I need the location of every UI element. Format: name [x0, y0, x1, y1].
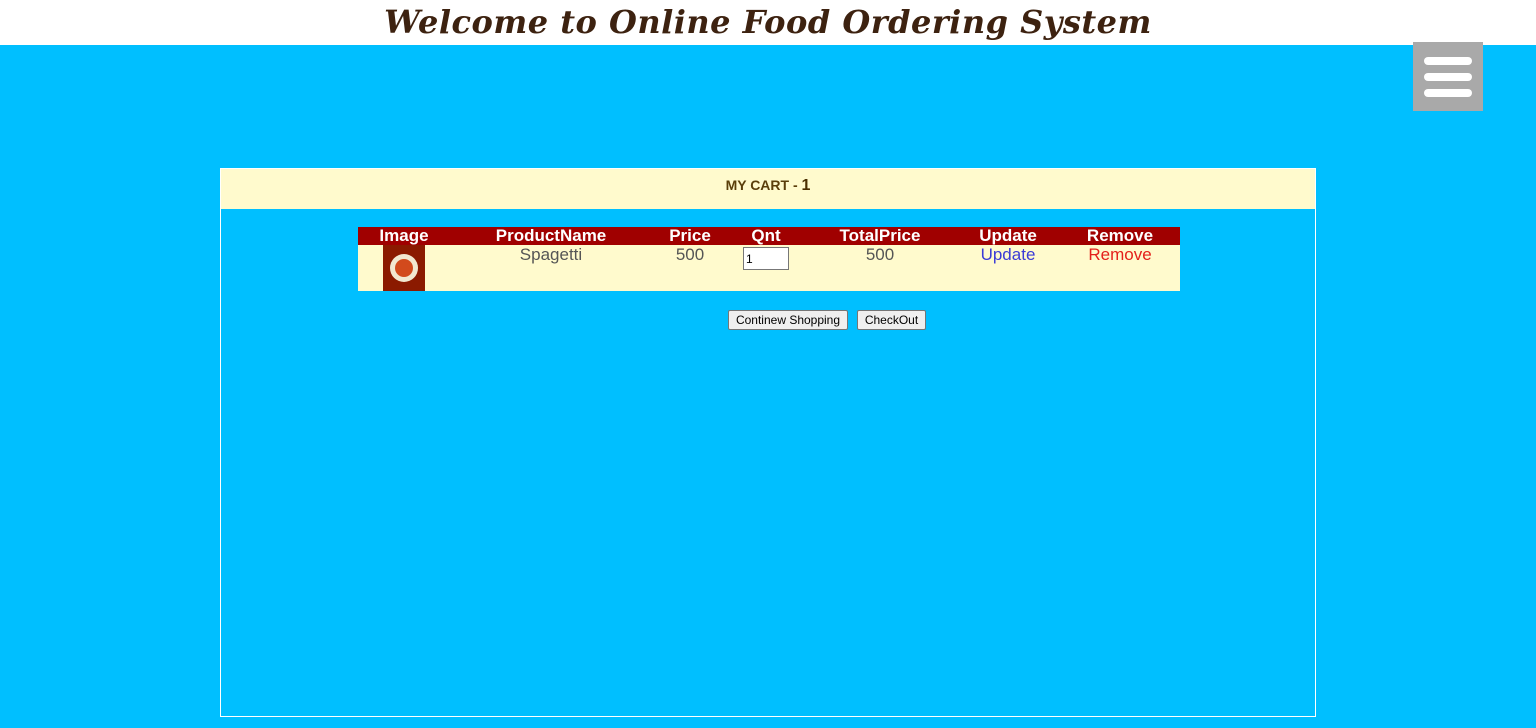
cart-table: Image ProductName Price Qnt TotalPrice U… [358, 227, 1180, 291]
product-name: Spagetti [450, 245, 652, 291]
column-header-update: Update [956, 227, 1060, 245]
spaghetti-image [383, 245, 425, 291]
column-header-image: Image [358, 227, 450, 245]
column-header-quantity: Qnt [728, 227, 804, 245]
column-header-total-price: TotalPrice [804, 227, 956, 245]
update-cell: Update [956, 245, 1060, 291]
cart-count: 1 [801, 177, 811, 194]
cart-heading: MY CART - 1 [221, 169, 1315, 209]
update-link[interactable]: Update [981, 245, 1036, 264]
cart-heading-label: MY CART - [725, 177, 802, 193]
quantity-cell [728, 245, 804, 291]
total-price: 500 [804, 245, 956, 291]
product-image-cell [358, 245, 450, 291]
remove-cell: Remove [1060, 245, 1180, 291]
product-price: 500 [652, 245, 728, 291]
header-bar: Welcome to Online Food Ordering System [0, 0, 1536, 45]
remove-link[interactable]: Remove [1088, 245, 1151, 264]
menu-button[interactable] [1413, 42, 1483, 111]
menu-bar-line [1424, 73, 1472, 81]
menu-bar-line [1424, 89, 1472, 97]
quantity-input[interactable] [743, 247, 789, 270]
site-title: Welcome to Online Food Ordering System [384, 3, 1152, 41]
column-header-product-name: ProductName [450, 227, 652, 245]
column-header-remove: Remove [1060, 227, 1180, 245]
continue-shopping-button[interactable]: Continew Shopping [728, 310, 848, 330]
column-header-price: Price [652, 227, 728, 245]
checkout-button[interactable]: CheckOut [857, 310, 926, 330]
table-header-row: Image ProductName Price Qnt TotalPrice U… [358, 227, 1180, 245]
menu-bar-line [1424, 57, 1472, 65]
table-row: Spagetti 500 500 Update Remove [358, 245, 1180, 291]
